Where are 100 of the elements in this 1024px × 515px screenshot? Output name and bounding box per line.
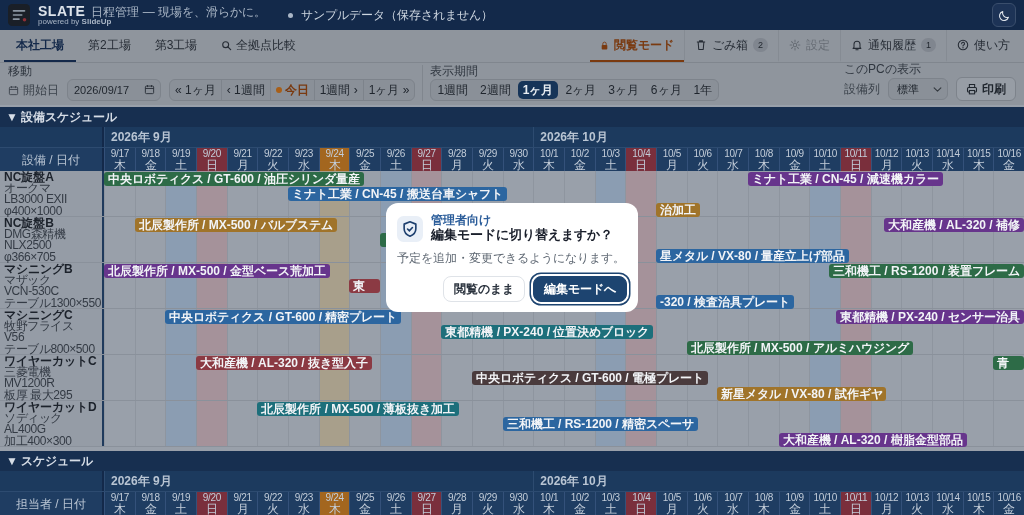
equipment-name: マシニングB xyxy=(4,263,74,275)
range-option[interactable]: 1年 xyxy=(688,81,718,99)
cancel-button[interactable]: 閲覧のまま xyxy=(443,276,525,302)
shield-icon xyxy=(397,215,423,242)
equipment-name: NC旋盤A xyxy=(4,171,55,183)
confirm-button[interactable]: 編集モードへ xyxy=(533,276,627,302)
print-button[interactable]: 印刷 xyxy=(956,77,1016,101)
schedule-bar[interactable]: 三和機工 / RS-1200 / 装置フレーム xyxy=(829,264,1024,278)
schedule-bar[interactable]: 大和産機 / AL-320 / 抜き型入子 xyxy=(196,356,372,370)
nav-button[interactable]: 1ヶ月 » xyxy=(363,80,415,100)
date-text: 10/8 xyxy=(754,148,774,159)
date-text: 10/4 xyxy=(632,148,651,159)
calendar-icon xyxy=(144,84,155,95)
date-text: 9/29 xyxy=(478,148,498,159)
date-text: 10/10 xyxy=(813,148,838,159)
date-text: 10/6 xyxy=(693,148,712,159)
date-field[interactable]: 2026/09/17 xyxy=(67,79,161,101)
schedule-bar[interactable]: 治加工 xyxy=(656,202,700,217)
schedule-bar[interactable]: 星メタル / VX-80 / 量産立上げ部品 xyxy=(656,248,849,263)
schedule-bar[interactable]: 北辰製作所 / MX-500 / バルブステム xyxy=(134,218,337,232)
trash-tab[interactable]: ごみ箱 2 xyxy=(683,30,778,62)
theme-button[interactable] xyxy=(992,3,1016,27)
weekday-text: 金 xyxy=(1003,503,1016,515)
nav-button[interactable]: ‹ 1週間 xyxy=(221,80,271,100)
weekday-text: 月 xyxy=(236,159,249,171)
status-text: サンプルデータ（保存されません） xyxy=(301,7,494,24)
range-option[interactable]: 1週間 xyxy=(432,81,474,99)
help-tab[interactable]: 使い方 xyxy=(946,30,1020,62)
range-option[interactable]: 2週間 xyxy=(475,81,516,99)
section-title[interactable]: ▼ スケジュール xyxy=(0,451,1024,471)
schedule-bar[interactable]: 新星メタル / VX-80 / 試作ギヤ xyxy=(717,386,887,401)
date-text: 9/17 xyxy=(110,148,129,159)
date-text: 9/22 xyxy=(264,492,283,503)
schedule-bar[interactable]: 大和産機 / AL-320 / 樹脂金型部品 xyxy=(778,432,967,447)
schedule-bar[interactable]: 東都精機 / PX-240 / 位置決めブロック xyxy=(441,325,654,340)
schedule-bar[interactable]: 東都精機 / PX-240 / センサー治具 xyxy=(836,310,1024,324)
date-text: 10/9 xyxy=(785,492,804,503)
tagline: 日程管理 — 現場を、滑らかに。 xyxy=(91,5,267,18)
weekday-text: 木 xyxy=(972,159,985,171)
schedule-bar[interactable]: 中央ロボティクス / GT-600 / 油圧シリンダ量産 xyxy=(104,172,364,186)
schedule-bar[interactable]: 大和産機 / AL-320 / 補修 xyxy=(884,218,1024,232)
settings-icon xyxy=(789,39,801,51)
weekday-text: 水 xyxy=(727,503,740,515)
date-text: 9/29 xyxy=(478,492,498,503)
notifications-tab[interactable]: 通知履歴 1 xyxy=(840,30,946,62)
weekday-text: 月 xyxy=(451,159,464,171)
equipment-detail: 牧野フライス xyxy=(4,321,75,333)
range-option[interactable]: 3ヶ月 xyxy=(603,81,644,99)
equipment-detail: φ400×1000 xyxy=(4,205,63,217)
column-select[interactable]: 標準 xyxy=(888,78,948,100)
schedule-bar[interactable]: 中央ロボティクス / GT-600 / 精密プレート xyxy=(165,310,402,324)
weekday-text: 火 xyxy=(911,503,924,515)
schedule-bar[interactable]: 青 xyxy=(993,356,1024,370)
date-text: 10/16 xyxy=(997,492,1022,503)
date-text: 9/28 xyxy=(448,492,467,503)
corner-label: 担当者 / 日付 xyxy=(16,495,86,513)
weekday-text: 土 xyxy=(819,503,832,515)
moon-icon xyxy=(997,8,1011,22)
weekday-text: 火 xyxy=(696,159,709,171)
weekday-text: 金 xyxy=(788,503,801,515)
equipment-name: ワイヤーカットC xyxy=(4,355,98,367)
weekday-text: 日 xyxy=(635,503,648,515)
schedule-bar[interactable]: 中央ロボティクス / GT-600 / 電極プレート xyxy=(472,371,708,386)
schedule-bar[interactable]: -320 / 検査治具プレート xyxy=(656,294,794,309)
range-option[interactable]: 2ヶ月 xyxy=(560,81,602,99)
schedule-bar[interactable]: 東 xyxy=(349,279,380,294)
weekday-text: 月 xyxy=(665,503,678,515)
equipment-name: NC旋盤B xyxy=(4,217,54,229)
count-badge: 2 xyxy=(752,38,768,52)
date-text: 9/17 xyxy=(110,492,129,503)
schedule-bar[interactable]: ミナト工業 / CN-45 / 減速機カラー xyxy=(748,172,943,186)
range-option[interactable]: 6ヶ月 xyxy=(645,81,687,99)
weekday-text: 土 xyxy=(604,503,617,515)
weekday-text: 水 xyxy=(941,503,954,515)
nav-button[interactable]: 1週間 › xyxy=(314,80,364,100)
schedule-bar[interactable]: ミナト工業 / CN-45 / 搬送台車シャフト xyxy=(288,187,507,202)
equipment-detail: 三菱電機 xyxy=(4,367,51,379)
date-text: 10/2 xyxy=(570,148,590,159)
weekday-text: 金 xyxy=(144,159,157,171)
site-tab[interactable]: 第3工場 xyxy=(142,30,210,62)
date-text: 10/10 xyxy=(813,492,838,503)
schedule-bar[interactable]: 三和機工 / RS-1200 / 精密スペーサ xyxy=(502,417,698,432)
date-text: 9/26 xyxy=(386,492,405,503)
equipment-detail: 板厚 最大295 xyxy=(4,389,74,401)
calendar-icon xyxy=(8,84,19,96)
weekday-text: 木 xyxy=(543,503,556,515)
compare-tab[interactable]: 全拠点比較 xyxy=(209,30,309,62)
date-label: 開始日 xyxy=(23,82,59,99)
range-option[interactable]: 1ヶ月 xyxy=(517,81,559,99)
schedule-bar[interactable]: 北辰製作所 / MX-500 / アルミハウジング xyxy=(686,340,913,355)
today-button[interactable]: 今日 xyxy=(270,80,315,100)
date-text: 10/14 xyxy=(936,148,960,159)
date-text: 9/23 xyxy=(294,492,313,503)
site-tab[interactable]: 第2工場 xyxy=(76,30,143,62)
section-title[interactable]: ▼ 設備スケジュール xyxy=(0,107,1024,127)
schedule-bar[interactable]: 北辰製作所 / MX-500 / 薄板抜き加工 xyxy=(257,402,460,416)
nav-button[interactable]: « 1ヶ月 xyxy=(170,80,222,100)
equipment-detail: V56 xyxy=(4,332,25,344)
schedule-bar[interactable]: 北辰製作所 / MX-500 / 金型ベース荒加工 xyxy=(104,264,330,278)
date-text: 9/24 xyxy=(325,492,344,503)
